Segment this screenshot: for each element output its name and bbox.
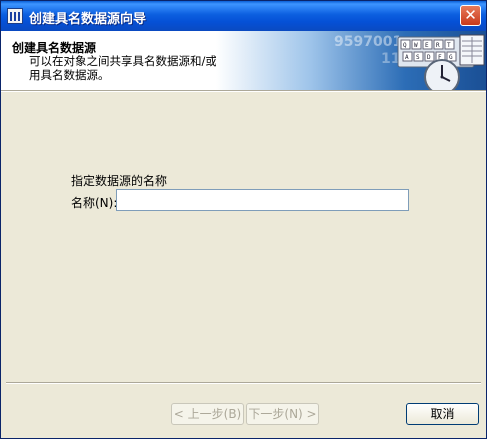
name-prompt-label: 指定数据源的名称 — [71, 174, 168, 188]
wizard-window: 创建具名数据源向导 ✕ 创建具名数据源 可以在对象之间共享具名数据源和/或使用 … — [0, 0, 487, 439]
title-bar[interactable]: 创建具名数据源向导 ✕ — [1, 1, 486, 31]
datasource-name-input[interactable] — [116, 189, 409, 211]
back-button[interactable]: < 上一步(B) — [171, 403, 244, 425]
svg-text:S: S — [416, 54, 420, 61]
app-icon — [7, 8, 23, 24]
deco-number: 9597001 — [334, 34, 402, 50]
svg-text:Q: Q — [403, 42, 407, 49]
next-button[interactable]: 下一步(N) > — [246, 403, 319, 425]
svg-text:A: A — [405, 54, 409, 61]
name-field-label: 名称(N): — [71, 196, 118, 210]
table-icon — [459, 34, 485, 66]
svg-text:T: T — [447, 42, 451, 49]
header-decoration-image: 9597001 118 Q W E R T A S D F G — [216, 31, 486, 90]
cancel-button[interactable]: 取消 — [406, 403, 479, 425]
svg-text:W: W — [414, 42, 418, 49]
window-title: 创建具名数据源向导 — [29, 12, 147, 27]
svg-text:E: E — [425, 42, 429, 49]
svg-text:G: G — [449, 54, 453, 61]
footer-divider — [6, 382, 481, 384]
close-button[interactable]: ✕ — [460, 5, 481, 26]
header-divider — [1, 90, 486, 92]
svg-text:R: R — [436, 42, 440, 49]
svg-text:D: D — [427, 54, 431, 61]
clock-icon — [424, 59, 460, 90]
wizard-header: 创建具名数据源 可以在对象之间共享具名数据源和/或使用 VB 脚本或外部程序引用… — [1, 31, 486, 90]
